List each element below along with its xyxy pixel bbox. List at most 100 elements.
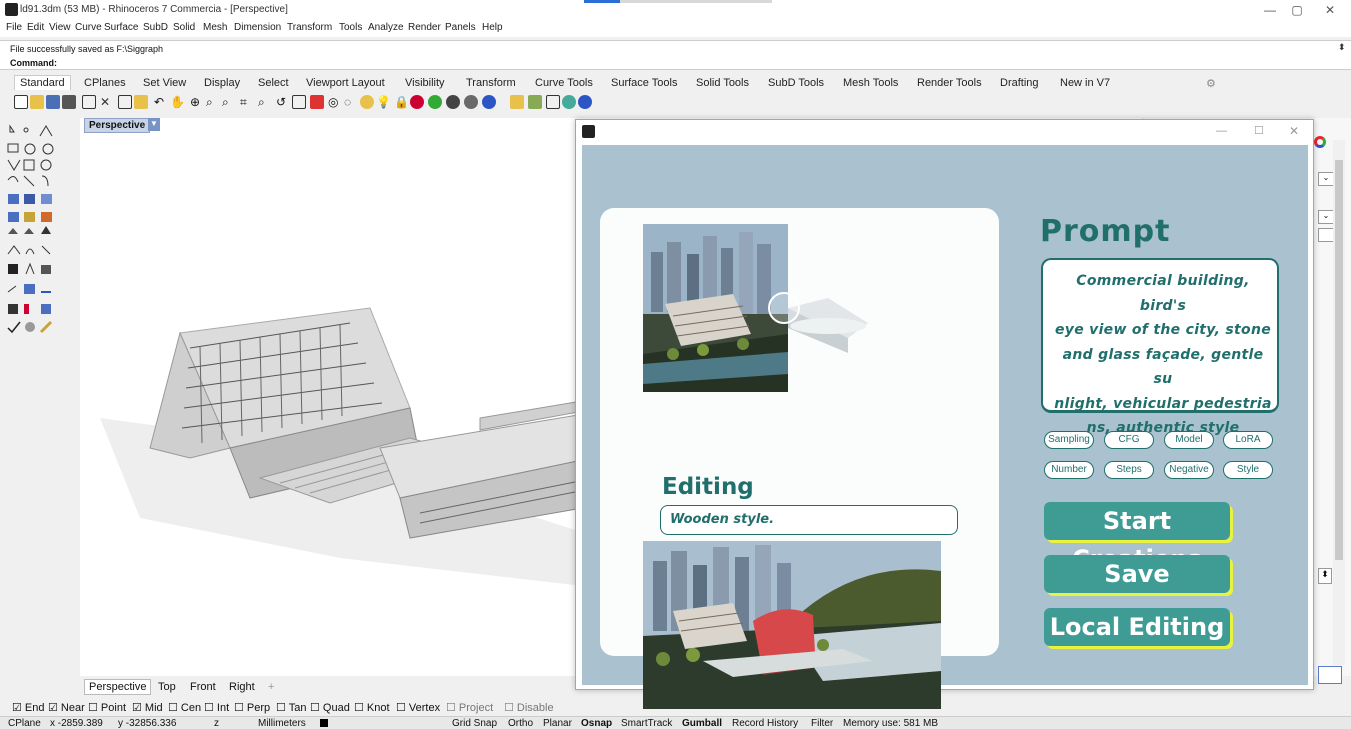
paste-icon[interactable] bbox=[134, 95, 148, 109]
spinner-icon[interactable]: ⬍ bbox=[1318, 568, 1332, 584]
color-wheel-icon[interactable] bbox=[1314, 136, 1326, 148]
menu-tools[interactable]: Tools bbox=[339, 22, 362, 33]
osnap-end[interactable]: ☑ End bbox=[12, 701, 45, 714]
lock-icon[interactable]: 🔒 bbox=[394, 95, 409, 109]
dimension-icon[interactable] bbox=[546, 95, 560, 109]
new-file-icon[interactable] bbox=[14, 95, 28, 109]
properties-icon[interactable] bbox=[528, 95, 542, 109]
tab-subd-tools[interactable]: SubD Tools bbox=[768, 77, 824, 89]
layer-icon[interactable] bbox=[360, 95, 374, 109]
panel-scrollbar[interactable] bbox=[1333, 140, 1345, 665]
menu-dimension[interactable]: Dimension bbox=[234, 22, 281, 33]
param-sampling-button[interactable]: Sampling bbox=[1044, 431, 1094, 449]
light-icon[interactable]: 💡 bbox=[376, 95, 391, 109]
tab-visibility[interactable]: Visibility bbox=[405, 77, 445, 89]
gear-icon[interactable]: ⚙ bbox=[1206, 77, 1216, 90]
save-button[interactable]: Save bbox=[1044, 555, 1230, 593]
select-chain-icon[interactable]: ◌ bbox=[344, 95, 358, 109]
menu-file[interactable]: File bbox=[6, 22, 22, 33]
undo-view-icon[interactable]: ↺ bbox=[276, 95, 290, 109]
osnap-tan[interactable]: ☐ Tan bbox=[276, 701, 306, 714]
osnap-cen[interactable]: ☐ Cen bbox=[168, 701, 201, 714]
param-cfg-button[interactable]: CFG bbox=[1104, 431, 1154, 449]
cplane-icon[interactable] bbox=[310, 95, 324, 109]
import-icon[interactable] bbox=[82, 95, 96, 109]
param-style-button[interactable]: Style bbox=[1223, 461, 1273, 479]
tab-set-view[interactable]: Set View bbox=[143, 77, 186, 89]
four-view-icon[interactable] bbox=[292, 95, 306, 109]
tab-curve-tools[interactable]: Curve Tools bbox=[535, 77, 593, 89]
vp-tab-perspective[interactable]: Perspective bbox=[84, 679, 152, 695]
original-render-image[interactable] bbox=[643, 224, 788, 392]
options-icon[interactable] bbox=[510, 95, 524, 109]
command-scroll-icon[interactable]: ⬍ bbox=[1338, 42, 1346, 53]
tab-viewport-layout[interactable]: Viewport Layout bbox=[306, 77, 385, 89]
layer-color-swatch[interactable] bbox=[320, 719, 328, 727]
osnap-int[interactable]: ☐ Int bbox=[204, 701, 229, 714]
menu-subd[interactable]: SubD bbox=[143, 22, 168, 33]
osnap-disable[interactable]: ☐ Disable bbox=[504, 701, 554, 714]
status-filter[interactable]: Filter bbox=[811, 718, 833, 729]
menu-edit[interactable]: Edit bbox=[27, 22, 44, 33]
osnap-near[interactable]: ☑ Near bbox=[48, 701, 85, 714]
globe-icon[interactable] bbox=[562, 95, 576, 109]
tab-surface-tools[interactable]: Surface Tools bbox=[611, 77, 677, 89]
close-button[interactable]: ✕ bbox=[1315, 2, 1345, 18]
tab-select[interactable]: Select bbox=[258, 77, 289, 89]
dropdown-chevron-icon[interactable]: ⌄ bbox=[1318, 172, 1334, 186]
status-cplane[interactable]: CPlane bbox=[8, 718, 41, 729]
prompt-textarea[interactable]: Commercial building, bird's eye view of … bbox=[1041, 258, 1279, 436]
zoom-selected-icon[interactable]: ⌕ bbox=[258, 95, 272, 109]
osnap-quad[interactable]: ☐ Quad bbox=[310, 701, 350, 714]
tab-new-in-v7[interactable]: New in V7 bbox=[1060, 77, 1110, 89]
status-smarttrack[interactable]: SmartTrack bbox=[621, 718, 672, 729]
tab-standard[interactable]: Standard bbox=[14, 75, 71, 90]
tool-icons-grid[interactable] bbox=[4, 122, 80, 342]
compare-slider-handle-icon[interactable] bbox=[768, 292, 800, 324]
tab-solid-tools[interactable]: Solid Tools bbox=[696, 77, 749, 89]
plugin-close-button[interactable]: ✕ bbox=[1289, 124, 1299, 138]
param-lora-button[interactable]: LoRA bbox=[1223, 431, 1273, 449]
viewport-label[interactable]: Perspective bbox=[84, 118, 151, 133]
menu-analyze[interactable]: Analyze bbox=[368, 22, 404, 33]
menu-panels[interactable]: Panels bbox=[445, 22, 476, 33]
render-icon[interactable] bbox=[428, 95, 442, 109]
save-icon[interactable] bbox=[46, 95, 60, 109]
tab-transform[interactable]: Transform bbox=[466, 77, 516, 89]
edited-render-image[interactable] bbox=[643, 541, 941, 709]
vp-tab-front[interactable]: Front bbox=[190, 681, 216, 693]
param-negative-button[interactable]: Negative bbox=[1164, 461, 1214, 479]
tab-cplanes[interactable]: CPlanes bbox=[84, 77, 126, 89]
tab-mesh-tools[interactable]: Mesh Tools bbox=[843, 77, 898, 89]
status-ortho[interactable]: Ortho bbox=[508, 718, 533, 729]
osnap-perp[interactable]: ☐ Perp bbox=[234, 701, 270, 714]
menu-transform[interactable]: Transform bbox=[287, 22, 332, 33]
plugin-minimize-button[interactable]: — bbox=[1216, 125, 1227, 137]
rotate-view-icon[interactable]: ⊕ bbox=[190, 95, 204, 109]
material-icon[interactable] bbox=[410, 95, 424, 109]
zoom-extents-icon[interactable]: ⌗ bbox=[240, 95, 254, 109]
cut-icon[interactable]: ✕ bbox=[100, 95, 114, 109]
menu-view[interactable]: View bbox=[49, 22, 71, 33]
ghosted-icon[interactable] bbox=[482, 95, 496, 109]
undo-icon[interactable]: ↶ bbox=[154, 95, 168, 109]
status-units[interactable]: Millimeters bbox=[258, 718, 306, 729]
tab-render-tools[interactable]: Render Tools bbox=[917, 77, 982, 89]
menu-solid[interactable]: Solid bbox=[173, 22, 195, 33]
copy-icon[interactable] bbox=[118, 95, 132, 109]
osnap-mid[interactable]: ☑ Mid bbox=[132, 701, 163, 714]
zoom-window-icon[interactable]: ⌕ bbox=[222, 95, 236, 109]
open-file-icon[interactable] bbox=[30, 95, 44, 109]
vp-tab-top[interactable]: Top bbox=[158, 681, 176, 693]
status-grid-snap[interactable]: Grid Snap bbox=[452, 718, 497, 729]
add-viewport-icon[interactable]: + bbox=[268, 681, 274, 693]
vp-tab-right[interactable]: Right bbox=[229, 681, 255, 693]
select-icon[interactable]: ◎ bbox=[328, 95, 342, 109]
osnap-point[interactable]: ☐ Point bbox=[88, 701, 126, 714]
viewport-menu-chevron-icon[interactable]: ▼ bbox=[148, 118, 160, 131]
tab-display[interactable]: Display bbox=[204, 77, 240, 89]
command-prompt[interactable]: Command: bbox=[10, 58, 57, 68]
editing-input[interactable]: Wooden style. bbox=[660, 505, 958, 535]
panel-input[interactable] bbox=[1318, 666, 1342, 684]
menu-help[interactable]: Help bbox=[482, 22, 503, 33]
